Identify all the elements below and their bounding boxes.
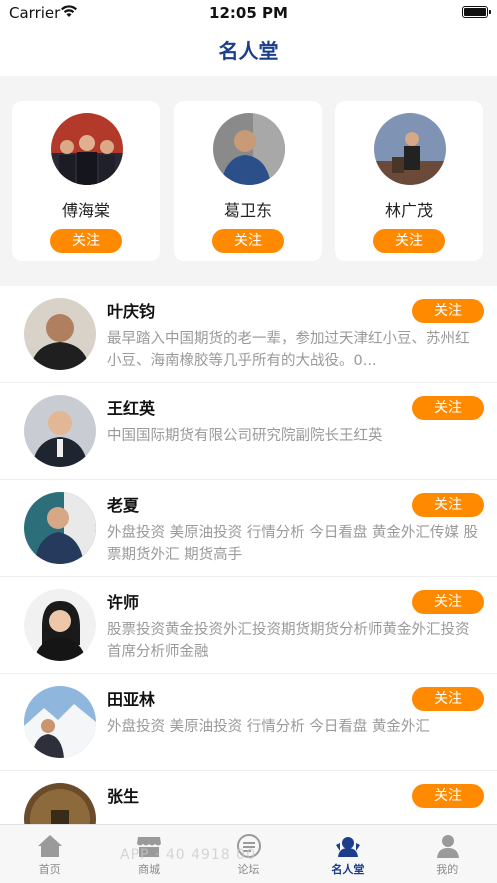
- status-bar: Carrier 12:05 PM: [0, 0, 497, 26]
- tab-label: 首页: [38, 863, 61, 876]
- follow-button[interactable]: 关注: [412, 493, 484, 517]
- list-item-name: 老夏: [107, 496, 140, 515]
- profile-icon: [436, 835, 459, 858]
- featured-name: 葛卫东: [223, 201, 272, 220]
- tab-label: 名人堂: [331, 863, 365, 876]
- watermark: APP · 40 4918 00: [120, 847, 256, 863]
- avatar: [24, 395, 96, 467]
- avatar: [374, 113, 446, 185]
- follow-button[interactable]: 关注: [212, 229, 284, 253]
- list-item-desc: 股票投资黄金投资外汇投资期货期货分析师黄金外汇投资首席分析师金融: [107, 622, 470, 660]
- list-item-name: 叶庆钧: [107, 302, 156, 321]
- avatar: [24, 686, 96, 758]
- list-item-name: 王红英: [107, 399, 156, 418]
- avatar: [51, 113, 123, 185]
- featured-card[interactable]: 葛卫东 关注: [174, 101, 322, 261]
- clock: 12:05 PM: [209, 4, 288, 22]
- featured-name: 傅海棠: [61, 201, 110, 220]
- follow-button[interactable]: 关注: [412, 784, 484, 808]
- avatar: [24, 492, 96, 564]
- follow-button[interactable]: 关注: [373, 229, 445, 253]
- tab-label: 商城: [138, 863, 161, 876]
- list-item[interactable]: 王红英 中国国际期货有限公司研究院副院长王红英 关注: [0, 383, 497, 480]
- follow-button[interactable]: 关注: [412, 687, 484, 711]
- featured-section: 傅海棠 关注 葛卫东 关注 林广茂 关注: [0, 76, 497, 286]
- featured-name: 林广茂: [384, 201, 433, 220]
- list-item-name: 张生: [107, 787, 140, 806]
- list-item[interactable]: 许师 股票投资黄金投资外汇投资期货期货分析师黄金外汇投资首席分析师金融 关注: [0, 577, 497, 674]
- list-item-name: 田亚林: [107, 690, 156, 709]
- avatar: [24, 589, 96, 661]
- avatar: [213, 113, 285, 185]
- follow-button[interactable]: 关注: [412, 590, 484, 614]
- tab-home[interactable]: 首页: [0, 825, 99, 883]
- list-item-desc: 外盘投资 美原油投资 行情分析 今日看盘 黄金外汇传媒 股票期货外汇 期货高手: [107, 525, 479, 563]
- featured-card[interactable]: 林广茂 关注: [335, 101, 483, 261]
- list-item[interactable]: 田亚林 外盘投资 美原油投资 行情分析 今日看盘 黄金外汇 关注: [0, 674, 497, 771]
- list-item-desc: 中国国际期货有限公司研究院副院长王红英: [107, 428, 383, 444]
- avatar: [24, 298, 96, 370]
- battery-icon: [462, 6, 491, 18]
- hall-of-fame-icon: [336, 837, 361, 857]
- list-item-desc: 最早踏入中国期货的老一辈，参加过天津红小豆、苏州红小豆、海南橡胶等几乎所有的大战…: [107, 331, 470, 369]
- page-title: 名人堂: [0, 26, 497, 76]
- tab-label: 论坛: [237, 863, 260, 876]
- list-item-desc: 外盘投资 美原油投资 行情分析 今日看盘 黄金外汇: [107, 719, 430, 735]
- tab-hall-of-fame[interactable]: 名人堂: [298, 825, 397, 883]
- tab-label: 我的: [436, 863, 459, 876]
- list-item[interactable]: 老夏 外盘投资 美原油投资 行情分析 今日看盘 黄金外汇传媒 股票期货外汇 期货…: [0, 480, 497, 577]
- follow-button[interactable]: 关注: [412, 299, 484, 323]
- home-icon: [38, 835, 62, 857]
- follow-button[interactable]: 关注: [50, 229, 122, 253]
- list-item[interactable]: 叶庆钧 最早踏入中国期货的老一辈，参加过天津红小豆、苏州红小豆、海南橡胶等几乎所…: [0, 286, 497, 383]
- follow-button[interactable]: 关注: [412, 396, 484, 420]
- featured-card[interactable]: 傅海棠 关注: [12, 101, 160, 261]
- list-item-name: 许师: [107, 593, 140, 612]
- tab-profile[interactable]: 我的: [398, 825, 497, 883]
